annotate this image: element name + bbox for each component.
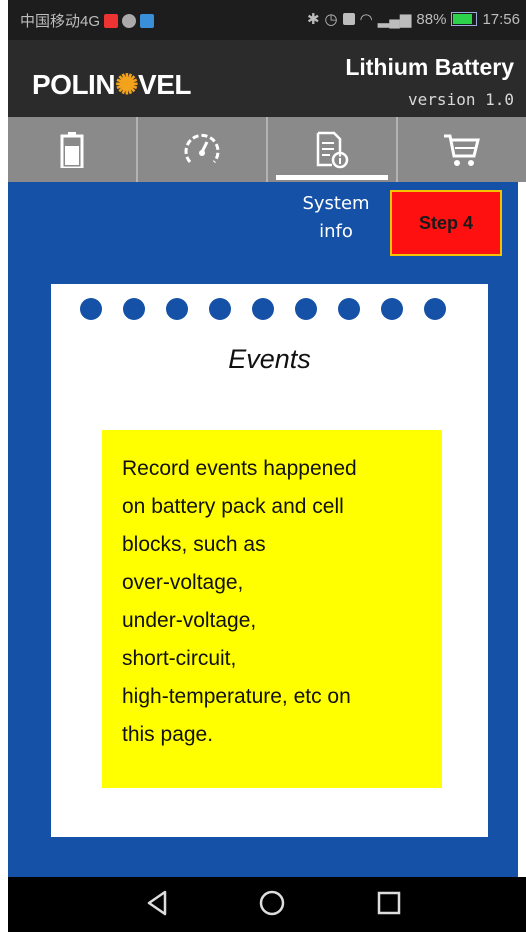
note-line: this page.	[122, 723, 214, 746]
binder-dot	[252, 298, 274, 320]
carrier-label: 中国移动4G	[20, 13, 101, 30]
clock-time: 17:56	[482, 10, 520, 28]
battery-status-icon	[451, 12, 478, 26]
app-title: Lithium Battery	[345, 54, 514, 80]
home-icon[interactable]	[258, 889, 286, 917]
note-line: over-voltage,	[122, 571, 244, 594]
note-line: Record events happened	[122, 457, 357, 480]
status-right: ✱ ◷ ◠ ▂▄▆ 88% 17:56	[306, 10, 520, 29]
status-bar: 中国移动4G ✱ ◷ ◠ ▂▄▆ 88% 17:56	[8, 0, 526, 40]
tab-system-info[interactable]	[268, 117, 398, 182]
status-left: 中国移动4G	[20, 10, 155, 31]
bluetooth-icon: ✱	[306, 11, 320, 28]
back-icon[interactable]	[145, 889, 169, 917]
system-nav-bar	[8, 877, 526, 932]
shopping-cart-icon	[444, 134, 480, 166]
note-line: high-temperature, etc on	[122, 685, 351, 708]
tab-bar	[8, 117, 526, 182]
binder-dot	[338, 298, 360, 320]
events-card: Events Record events happened on battery…	[51, 284, 488, 837]
wifi-icon: ◠	[359, 11, 373, 28]
binder-dot	[209, 298, 231, 320]
battery-icon	[60, 131, 84, 168]
binder-dot	[80, 298, 102, 320]
note-line: short-circuit,	[122, 647, 237, 670]
binder-dot	[166, 298, 188, 320]
events-title: Events	[228, 344, 311, 374]
events-description-note: Record events happened on battery pack a…	[102, 430, 442, 788]
alarm-icon: ◷	[324, 11, 338, 28]
app-header: POLIN✺VEL Lithium Battery version 1.0	[8, 40, 526, 117]
content-area: System info Step 4 Events Record events h…	[8, 182, 518, 877]
binder-dot	[424, 298, 446, 320]
gallery-icon	[140, 13, 155, 28]
note-line: under-voltage,	[122, 609, 257, 632]
binder-dot	[381, 298, 403, 320]
tab-battery[interactable]	[8, 117, 138, 182]
step-badge: Step 4	[390, 190, 502, 256]
note-line: blocks, such as	[122, 533, 266, 556]
binder-dot	[295, 298, 317, 320]
notification-icon	[104, 13, 119, 28]
speedometer-icon	[184, 133, 220, 163]
signal-icon: ▂▄▆	[377, 11, 412, 28]
binder-dot	[123, 298, 145, 320]
tab-dashboard[interactable]	[138, 117, 268, 182]
battery-percent: 88%	[416, 10, 447, 28]
hd-icon	[342, 13, 355, 25]
recents-icon[interactable]	[376, 889, 402, 917]
polinovel-logo: POLIN✺VEL	[32, 69, 192, 100]
app-version: version 1.0	[408, 90, 514, 109]
active-tab-label: System info	[302, 193, 370, 242]
app-screen: 中国移动4G ✱ ◷ ◠ ▂▄▆ 88% 17:56 POLIN✺VEL Lit…	[0, 0, 526, 932]
note-line: on battery pack and cell	[122, 495, 344, 518]
tab-shop[interactable]	[398, 117, 526, 182]
wechat-icon	[122, 13, 137, 28]
system-info-icon	[316, 131, 349, 168]
